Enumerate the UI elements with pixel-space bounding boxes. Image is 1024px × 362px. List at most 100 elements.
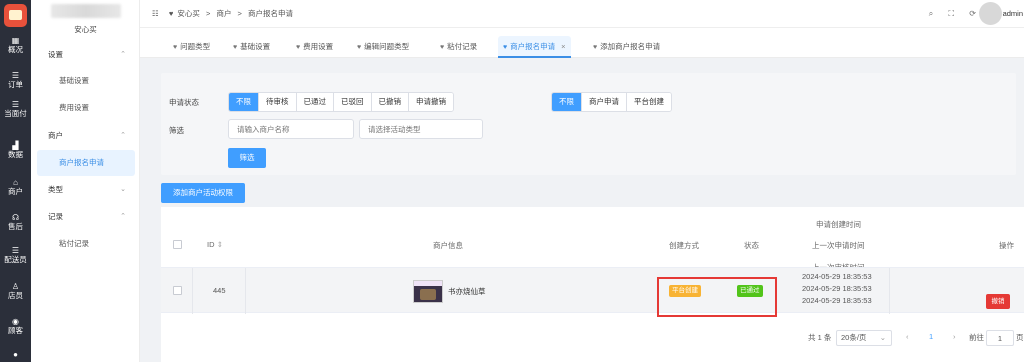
status-option[interactable]: 不限: [229, 93, 259, 111]
heart-icon: ♥: [168, 9, 174, 18]
prev-page-button[interactable]: ‹: [906, 332, 909, 341]
rail-item-facepay[interactable]: ☰ 当面付: [0, 100, 31, 118]
page-unit-label: 页: [1016, 333, 1024, 342]
avatar[interactable]: [979, 2, 1002, 25]
tab-edit-question-type[interactable]: ♥ 编辑问题类型: [352, 36, 414, 58]
breadcrumb-separator: >: [237, 9, 242, 18]
rail-item-orders[interactable]: ☰ 订单: [0, 71, 31, 89]
sidebar-group-settings[interactable]: 设置 ⌃: [31, 44, 140, 66]
heart-icon: ♥: [593, 44, 598, 51]
sidebar-group-merchant[interactable]: 商户 ⌃: [31, 125, 140, 147]
merchant-name: 书亦烧仙草: [448, 287, 486, 296]
chevron-down-icon: ⌄: [879, 333, 886, 342]
merchant-name-input[interactable]: [228, 119, 354, 139]
breadcrumb-item[interactable]: 安心买: [177, 9, 200, 18]
goto-label: 前往: [969, 333, 984, 342]
column-divider: [192, 268, 193, 314]
filter-button[interactable]: 筛选: [228, 148, 266, 168]
breadcrumb: ☷ ♥ 安心买 > 商户 > 商户报名申请: [152, 0, 297, 28]
headset-icon: ☊: [11, 213, 20, 222]
heart-icon: ♥: [357, 44, 362, 51]
top-icons: ⌕ ⛶ ⟳: [916, 0, 976, 28]
add-merchant-activity-button[interactable]: 添加商户活动权限: [161, 183, 245, 203]
col-header-created-time: 申请创建时间: [816, 220, 861, 229]
status-option[interactable]: 已驳回: [334, 93, 372, 111]
tab-merchant-application[interactable]: ♥ 商户报名申请 ×: [498, 36, 571, 58]
sidebar-item-fee-settings[interactable]: 费用设置: [31, 97, 140, 119]
col-header-merchant: 商户信息: [433, 241, 463, 250]
rail-item-data[interactable]: ▟ 数据: [0, 141, 31, 159]
source-option[interactable]: 平台创建: [627, 93, 671, 111]
rail-item-merchant[interactable]: ⌂ 商户: [0, 178, 31, 196]
rail-item-chat[interactable]: ●: [0, 350, 31, 359]
list-icon: ☰: [11, 71, 20, 80]
status-option[interactable]: 已通过: [296, 93, 334, 111]
status-option[interactable]: 已撤销: [371, 93, 409, 111]
status-option[interactable]: 待审核: [259, 93, 297, 111]
sidebar-item-basic-settings[interactable]: 基础设置: [31, 70, 140, 92]
goto-page-input[interactable]: [986, 330, 1014, 346]
chevron-up-icon: ⌃: [120, 213, 126, 220]
sort-icon[interactable]: ⇕: [217, 240, 223, 249]
page-tabs: ♥ 问题类型 ♥ 基础设置 ♥ 费用设置 ♥ 编辑问题类型 ♥ 粘付记录 ♥ 商户报名申请 ×…: [140, 28, 1024, 58]
sidebar-group-records[interactable]: 记录 ⌃: [31, 206, 140, 228]
highlight-annotation-box: [657, 277, 777, 317]
app-logo: [4, 4, 27, 27]
rail-item-customer[interactable]: ◉ 顾客: [0, 317, 31, 335]
rail-item-courier[interactable]: ☰ 配送员: [0, 246, 31, 264]
rail-item-aftersale[interactable]: ☊ 售后: [0, 213, 31, 231]
search-icon[interactable]: ⌕: [929, 9, 933, 18]
heart-icon: ♥: [503, 44, 508, 51]
revoke-button[interactable]: 撤销: [986, 294, 1010, 309]
select-all-checkbox[interactable]: [173, 240, 182, 249]
chart-icon: ▟: [12, 141, 19, 150]
tab-question-type[interactable]: ♥ 问题类型: [168, 36, 215, 58]
sidebar-item-merchant-application[interactable]: 商户报名申请: [37, 150, 135, 176]
table-card: 申请创建时间 ID ⇕ 商户信息 创建方式 状态 上一次申请时间 操作 上一次审…: [161, 207, 1024, 362]
user-name[interactable]: admin: [1003, 0, 1023, 28]
status-option[interactable]: 申请撤销: [409, 93, 453, 111]
tab-payment-records[interactable]: ♥ 粘付记录: [435, 36, 482, 58]
tab-add-merchant-application[interactable]: ♥ 添加商户报名申请: [588, 36, 665, 58]
pagination-total: 共 1 条: [808, 333, 832, 342]
tab-fee-settings[interactable]: ♥ 费用设置: [291, 36, 338, 58]
activity-type-select[interactable]: [359, 119, 483, 139]
next-page-button[interactable]: ›: [953, 332, 956, 341]
filter-label: 筛选: [169, 126, 184, 135]
source-option[interactable]: 不限: [552, 93, 582, 111]
rail-item-clerk[interactable]: ♙ 店员: [0, 282, 31, 300]
sidebar-group-type[interactable]: 类型 ⌄: [31, 179, 140, 201]
rail-item-overview[interactable]: ▦ 概况: [0, 36, 31, 54]
current-page[interactable]: 1: [929, 332, 933, 341]
row-checkbox[interactable]: [173, 286, 182, 295]
created-time: 2024-05-29 18:35:53: [802, 272, 872, 281]
col-header-last-apply-time: 上一次申请时间: [812, 241, 865, 250]
chevron-up-icon: ⌃: [120, 132, 126, 139]
sidebar-item-payment-records[interactable]: 粘付记录: [31, 233, 140, 255]
customer-icon: ◉: [12, 317, 19, 326]
heart-icon: ♥: [233, 44, 238, 51]
last-review-time: 2024-05-29 18:35:53: [802, 296, 872, 305]
sidebar: 安心买 设置 ⌃ 基础设置 费用设置 商户 ⌃ 商户报名申请 类型 ⌄ 记录 ⌃ 粘付记…: [31, 0, 140, 362]
close-icon[interactable]: ×: [561, 42, 565, 51]
heart-icon: ♥: [173, 44, 178, 51]
source-option[interactable]: 商户申请: [582, 93, 627, 111]
chevron-down-icon: ⌄: [120, 186, 126, 193]
last-apply-time: 2024-05-29 18:35:53: [802, 284, 872, 293]
source-segmented: 不限 商户申请 平台创建: [551, 92, 672, 112]
col-header-action: 操作: [999, 241, 1014, 250]
menu-toggle-icon[interactable]: ☷: [152, 9, 159, 18]
shop-name: 安心买: [74, 25, 97, 34]
col-header-status: 状态: [744, 241, 759, 250]
breadcrumb-item[interactable]: 商户: [216, 9, 231, 18]
refresh-icon[interactable]: ⟳: [969, 9, 976, 18]
dashboard-icon: ▦: [11, 36, 20, 45]
page-size-select[interactable]: 20条/页 ⌄: [836, 330, 892, 346]
status-filter-label: 申请状态: [169, 98, 199, 107]
chat-icon: ●: [13, 350, 18, 359]
column-divider: [245, 268, 246, 314]
chevron-up-icon: ⌃: [120, 51, 126, 58]
fullscreen-icon[interactable]: ⛶: [948, 9, 954, 18]
col-header-id[interactable]: ID ⇕: [207, 240, 223, 249]
tab-basic-settings[interactable]: ♥ 基础设置: [228, 36, 275, 58]
